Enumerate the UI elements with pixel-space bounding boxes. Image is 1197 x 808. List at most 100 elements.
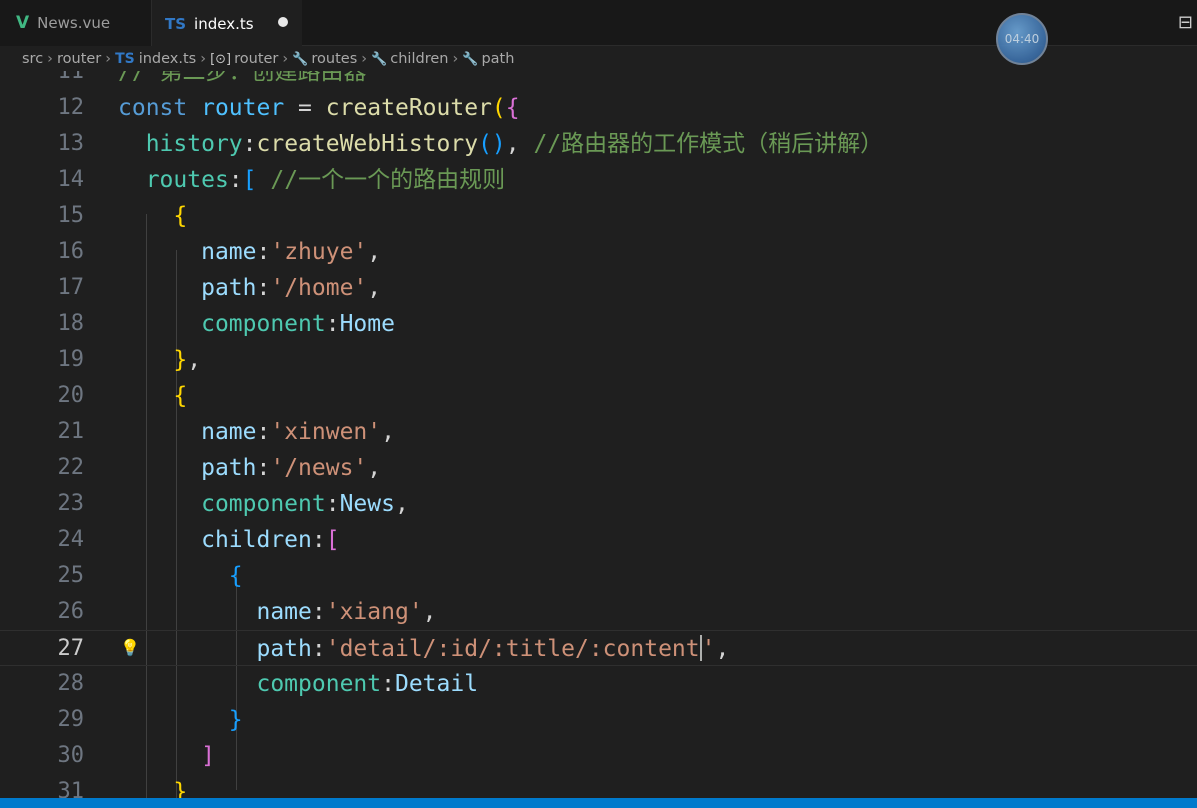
code-editor[interactable]: 💡 11// 第二步：创建路由器 12 const router = createR… (0, 71, 1197, 798)
breadcrumb-item-file[interactable]: index.ts (139, 51, 197, 67)
code-token: children (201, 527, 312, 553)
code-line[interactable]: 22 path:'/news', (0, 450, 1197, 486)
code-line[interactable]: 23 component:News, (0, 486, 1197, 522)
code-token: } (228, 707, 243, 733)
code-line[interactable]: 27 path:'detail/:id/:title/:content', (0, 630, 1197, 666)
code-token: name (201, 239, 257, 265)
code-token: , (367, 455, 382, 481)
code-token: } (173, 779, 188, 798)
code-token: , (394, 491, 409, 517)
line-number: 21 (57, 419, 85, 444)
code-line[interactable]: 17 path:'/home', (0, 270, 1197, 306)
code-token: { (228, 563, 243, 589)
floating-timer-widget[interactable]: 04:40 (996, 13, 1048, 65)
code-token: 'xinwen' (270, 419, 382, 445)
line-number: 13 (57, 131, 85, 156)
code-line[interactable]: 30 ] (0, 738, 1197, 774)
code-text: path:'/home', (118, 270, 381, 306)
code-text: component:Detail (118, 666, 478, 702)
code-token: : (242, 131, 257, 157)
code-token: , (367, 239, 382, 265)
code-text: children:[ (118, 522, 340, 558)
code-token: : (256, 239, 271, 265)
code-line[interactable]: 20 { (0, 378, 1197, 414)
property-wrench-icon: 🔧 (292, 51, 309, 67)
code-line[interactable]: 11 // 第二步：创建路由器 (0, 71, 1197, 90)
code-line[interactable]: 15 { (0, 198, 1197, 234)
code-token: //一个一个的路由规则 (270, 167, 506, 193)
line-number: 29 (57, 707, 85, 732)
code-line[interactable]: 18 component:Home (0, 306, 1197, 342)
code-text: component:News, (118, 486, 409, 522)
chevron-right-icon: › (200, 51, 207, 67)
code-token: = (284, 95, 326, 121)
code-token: component (201, 491, 326, 517)
property-wrench-icon: 🔧 (462, 51, 479, 67)
chevron-right-icon: › (105, 51, 112, 67)
unsaved-changes-dot-icon[interactable] (278, 17, 288, 27)
code-line[interactable]: 25 { (0, 558, 1197, 594)
code-token: ] (201, 743, 215, 769)
breadcrumb-item-src[interactable]: src (22, 51, 43, 67)
code-token: : (311, 599, 326, 625)
code-token: , (381, 419, 395, 445)
code-token: history (145, 131, 243, 157)
breadcrumb-item-path[interactable]: path (481, 51, 514, 67)
code-token: : (256, 419, 271, 445)
line-number: 12 (57, 95, 85, 120)
code-line[interactable]: 19 }, (0, 342, 1197, 378)
code-token: { (173, 383, 188, 409)
chevron-right-icon: › (361, 51, 368, 67)
code-line[interactable]: 29 } (0, 702, 1197, 738)
code-text: { (118, 198, 187, 234)
tab-index-ts[interactable]: TS index.ts (152, 0, 302, 47)
breadcrumb-item-router-folder[interactable]: router (57, 51, 101, 67)
line-number: 11 (57, 71, 85, 84)
code-text: component:Home (118, 306, 395, 342)
code-token: : (311, 636, 326, 662)
code-text: } (118, 702, 243, 738)
chevron-right-icon: › (282, 51, 289, 67)
code-line[interactable]: 28 component:Detail (0, 666, 1197, 702)
code-text: } (118, 774, 187, 798)
line-number: 20 (57, 383, 85, 408)
breadcrumb-item-routes[interactable]: routes (311, 51, 357, 67)
code-token: ( (491, 95, 506, 121)
code-token: [ (242, 167, 257, 193)
code-line[interactable]: 24 children:[ (0, 522, 1197, 558)
code-token: '/news' (270, 455, 368, 481)
code-token: : (228, 167, 243, 193)
breadcrumb-item-children[interactable]: children (390, 51, 448, 67)
line-number: 14 (57, 167, 85, 192)
code-token: 'zhuye' (270, 239, 368, 265)
breadcrumb-item-router-symbol[interactable]: router (234, 51, 278, 67)
split-editor-icon[interactable]: ⊟ (1178, 12, 1193, 33)
line-number: 19 (57, 347, 85, 372)
code-text: }, (118, 342, 201, 378)
code-line[interactable]: 31 } (0, 774, 1197, 798)
code-text: history:createWebHistory(), //路由器的工作模式（稍… (118, 126, 883, 162)
code-line[interactable]: 16 name:'zhuye', (0, 234, 1197, 270)
code-line[interactable]: 12 const router = createRouter({ (0, 90, 1197, 126)
code-line[interactable]: 14 routes:[ //一个一个的路由规则 (0, 162, 1197, 198)
code-token: News (339, 491, 395, 517)
code-line[interactable]: 21 name:'xinwen', (0, 414, 1197, 450)
code-line[interactable]: 13 history:createWebHistory(), //路由器的工作模… (0, 126, 1197, 162)
code-token: ' (701, 636, 716, 662)
tab-news-vue[interactable]: V News.vue (0, 0, 152, 46)
code-token: // 第二步：创建路由器 (118, 71, 367, 85)
code-line[interactable]: 26 name:'xiang', (0, 594, 1197, 630)
chevron-right-icon: › (47, 51, 53, 67)
status-bar (0, 798, 1197, 808)
